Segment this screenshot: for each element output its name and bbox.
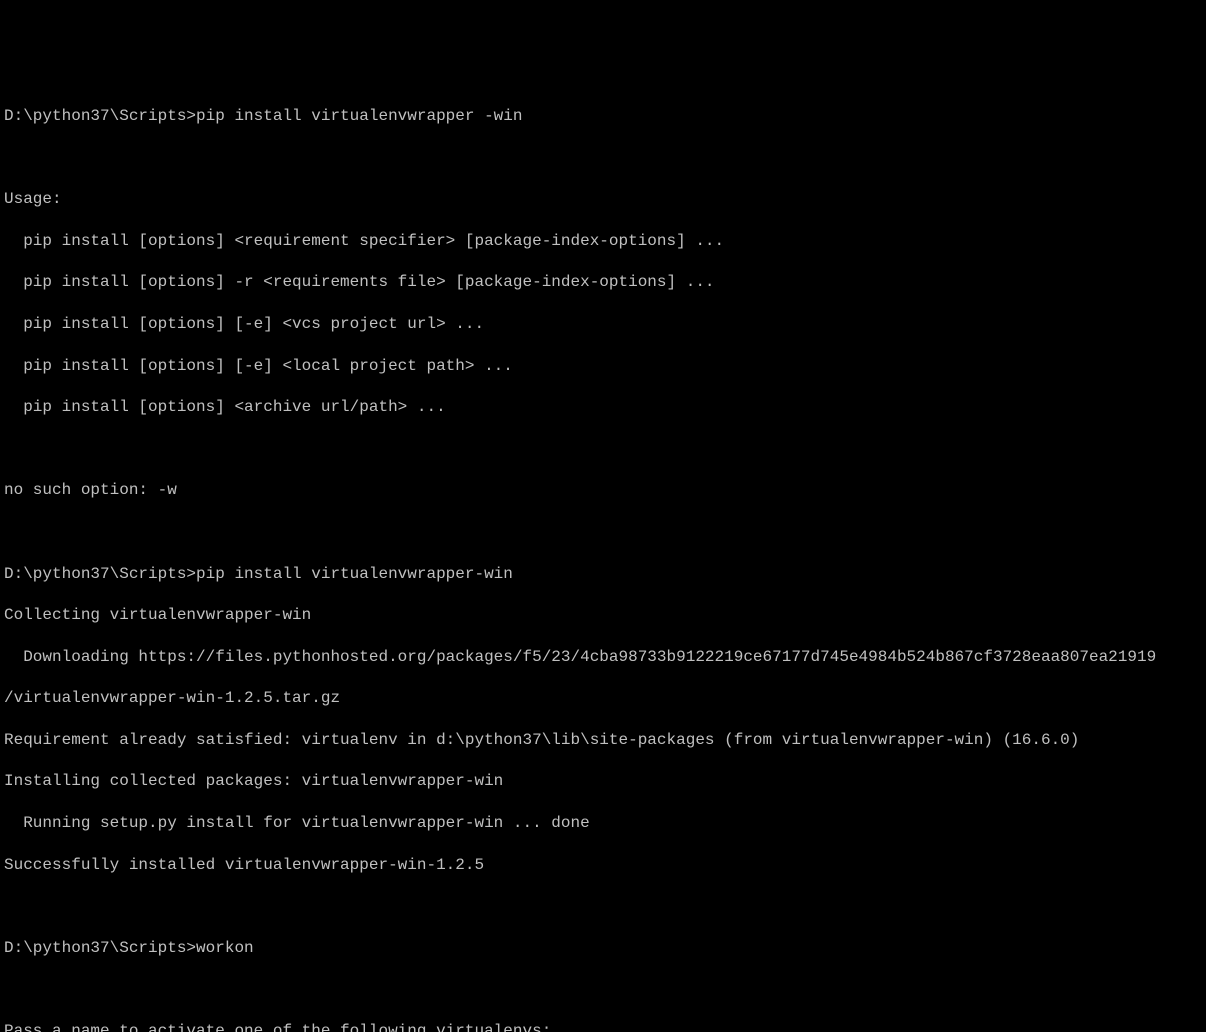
- terminal-line: D:\python37\Scripts>pip install virtuale…: [4, 564, 1202, 585]
- terminal-line: Pass a name to activate one of the follo…: [4, 1021, 1202, 1032]
- terminal-line: [4, 148, 1202, 169]
- terminal-line: pip install [options] <requirement speci…: [4, 231, 1202, 252]
- terminal-line: Downloading https://files.pythonhosted.o…: [4, 647, 1202, 668]
- terminal-line: pip install [options] [-e] <vcs project …: [4, 314, 1202, 335]
- terminal-line: Running setup.py install for virtualenvw…: [4, 813, 1202, 834]
- terminal-line: D:\python37\Scripts>pip install virtuale…: [4, 106, 1202, 127]
- terminal-output[interactable]: D:\python37\Scripts>pip install virtuale…: [0, 83, 1206, 1032]
- terminal-line: no such option: -w: [4, 480, 1202, 501]
- terminal-line: Installing collected packages: virtualen…: [4, 771, 1202, 792]
- terminal-line: /virtualenvwrapper-win-1.2.5.tar.gz: [4, 688, 1202, 709]
- terminal-line: pip install [options] [-e] <local projec…: [4, 356, 1202, 377]
- terminal-line: [4, 896, 1202, 917]
- terminal-line: Requirement already satisfied: virtualen…: [4, 730, 1202, 751]
- terminal-line: [4, 979, 1202, 1000]
- terminal-line: Successfully installed virtualenvwrapper…: [4, 855, 1202, 876]
- terminal-line: D:\python37\Scripts>workon: [4, 938, 1202, 959]
- terminal-line: pip install [options] -r <requirements f…: [4, 272, 1202, 293]
- terminal-line: Collecting virtualenvwrapper-win: [4, 605, 1202, 626]
- terminal-line: pip install [options] <archive url/path>…: [4, 397, 1202, 418]
- terminal-line: Usage:: [4, 189, 1202, 210]
- terminal-line: [4, 439, 1202, 460]
- terminal-line: [4, 522, 1202, 543]
